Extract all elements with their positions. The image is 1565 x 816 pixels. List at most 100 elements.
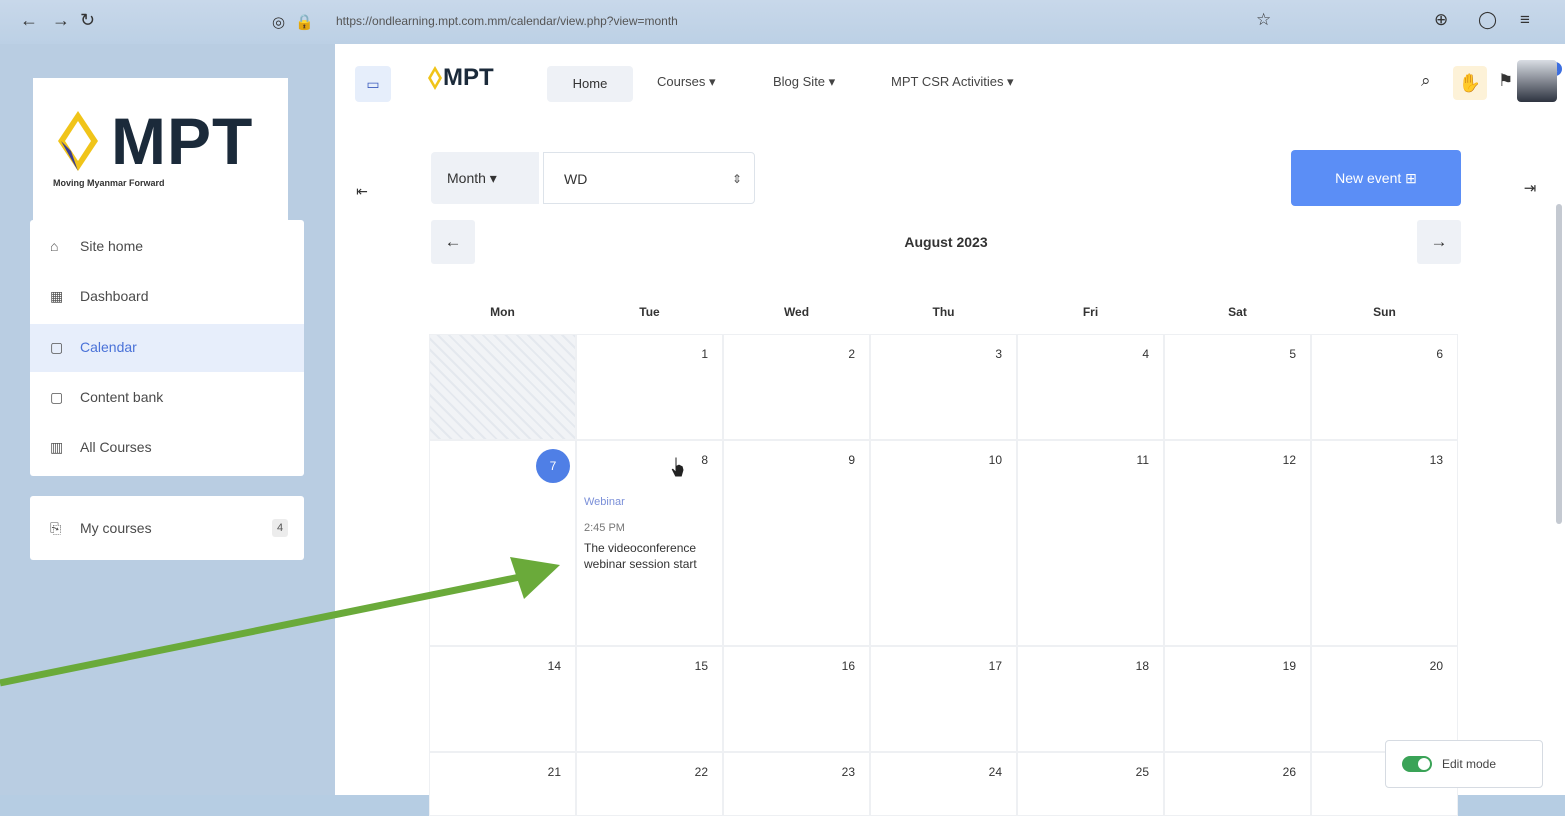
nav-courses-menu[interactable]: Courses ▾ (657, 74, 716, 90)
sidebar-item-label: Site home (80, 238, 144, 254)
logo-mark-icon (58, 111, 98, 171)
top-navbar: ▭ MPT Home Courses ▾ Blog Site ▾ MPT CSR… (335, 44, 1565, 114)
bookmark-icon[interactable]: ⚑ (1498, 71, 1513, 91)
prev-month-button[interactable]: ← (431, 220, 475, 264)
sidebar-item-dashboard[interactable]: ▦ Dashboard (30, 273, 304, 319)
forward-icon[interactable]: → (52, 10, 70, 31)
day-number[interactable]: 18 (1136, 659, 1149, 673)
day-cell[interactable]: 6 (1311, 334, 1458, 440)
scrollbar[interactable] (1556, 204, 1562, 524)
day-header: Mon (490, 305, 515, 319)
day-number[interactable]: 20 (1430, 659, 1443, 673)
site-logo[interactable]: MPT Moving Myanmar Forward (33, 78, 288, 230)
theme-toggle-button[interactable]: ✋ (1453, 66, 1487, 100)
event-title[interactable]: The videoconference webinar session star… (584, 540, 714, 572)
collapse-left-icon[interactable]: ⇤ (349, 178, 375, 204)
home-icon: ⌂ (50, 238, 59, 254)
sidebar-item-site-home[interactable]: ⌂ Site home (30, 223, 304, 269)
day-cell[interactable]: 2 (723, 334, 870, 440)
new-event-button[interactable]: New event ⊞ (1291, 150, 1461, 206)
day-number[interactable]: 13 (1430, 453, 1443, 467)
day-cell[interactable]: 13 (1311, 440, 1458, 646)
day-number[interactable]: 25 (1136, 765, 1149, 779)
day-cell[interactable]: 25 (1017, 752, 1164, 816)
day-number[interactable]: 4 (1142, 347, 1149, 361)
menu-icon[interactable]: ≡ (1520, 10, 1530, 30)
sidebar-item-content-bank[interactable]: ▢ Content bank (30, 374, 304, 420)
view-select[interactable]: Month ▾ (431, 152, 539, 204)
event-course-link[interactable]: Webinar (584, 494, 714, 510)
avatar[interactable] (1517, 60, 1557, 102)
day-cell[interactable]: 16 (723, 646, 870, 752)
nav-csr-menu[interactable]: MPT CSR Activities ▾ (891, 74, 1014, 90)
day-cell[interactable]: 20 (1311, 646, 1458, 752)
day-cell[interactable]: 21 (429, 752, 576, 816)
day-cell[interactable]: 5 (1164, 334, 1311, 440)
day-cell[interactable]: 10 (870, 440, 1017, 646)
day-cell[interactable]: 1 (576, 334, 723, 440)
extensions-icon[interactable]: ⊕ (1434, 10, 1448, 30)
day-number[interactable]: 8 (701, 453, 708, 467)
next-month-button[interactable]: → (1417, 220, 1461, 264)
back-icon[interactable]: ← (20, 10, 38, 31)
day-cell[interactable]: 23 (723, 752, 870, 816)
course-select[interactable]: WD ⇕ (543, 152, 755, 204)
sidebar-item-my-courses[interactable]: ⎘ My courses 4 (30, 505, 304, 551)
day-number[interactable]: 16 (842, 659, 855, 673)
bookmark-icon[interactable]: ☆ (1256, 10, 1271, 30)
day-cell[interactable]: 11 (1017, 440, 1164, 646)
day-number[interactable]: 9 (848, 453, 855, 467)
day-number[interactable]: 12 (1283, 453, 1296, 467)
dashboard-icon: ▦ (50, 288, 64, 304)
sidebar-item-all-courses[interactable]: ▥ All Courses (30, 424, 304, 470)
day-cell[interactable]: 3 (870, 334, 1017, 440)
url-bar[interactable]: https://ondlearning.mpt.com.mm/calendar/… (296, 9, 1296, 33)
sidebar-item-label: Dashboard (80, 288, 149, 304)
day-cell[interactable]: 4 (1017, 334, 1164, 440)
edit-mode-toggle[interactable]: Edit mode (1385, 740, 1543, 788)
search-icon[interactable]: ⌕ (1421, 71, 1431, 91)
day-number[interactable]: 2 (848, 347, 855, 361)
day-cell[interactable]: 24 (870, 752, 1017, 816)
courses-icon: ▥ (50, 439, 64, 455)
day-number[interactable]: 17 (989, 659, 1002, 673)
day-number[interactable]: 1 (701, 347, 708, 361)
today-badge[interactable]: 7 (536, 449, 570, 483)
day-cell[interactable]: 17 (870, 646, 1017, 752)
nav-logo[interactable]: MPT (443, 64, 494, 92)
day-cell[interactable]: 15 (576, 646, 723, 752)
courses-icon: ⎘ (50, 520, 62, 536)
drawer-toggle-button[interactable]: ▭ (355, 66, 391, 102)
day-number[interactable]: 15 (695, 659, 708, 673)
toggle-switch-icon[interactable] (1402, 756, 1432, 772)
day-cell[interactable]: 19 (1164, 646, 1311, 752)
day-number[interactable]: 24 (989, 765, 1002, 779)
day-number[interactable]: 19 (1283, 659, 1296, 673)
sidebar-item-label: Content bank (80, 389, 164, 405)
day-number[interactable]: 26 (1283, 765, 1296, 779)
day-number[interactable]: 3 (995, 347, 1002, 361)
reload-icon[interactable]: ↻ (80, 10, 95, 31)
day-cell[interactable]: 22 (576, 752, 723, 816)
day-cell[interactable]: 9 (723, 440, 870, 646)
nav-home-button[interactable]: Home (547, 66, 633, 102)
nav-blog-menu[interactable]: Blog Site ▾ (773, 74, 835, 90)
day-cell[interactable]: 12 (1164, 440, 1311, 646)
day-number[interactable]: 11 (1137, 453, 1149, 467)
shield-icon: ◎ (272, 14, 286, 31)
collapse-right-icon[interactable]: ⇥ (1517, 176, 1543, 202)
account-icon[interactable]: ◯ (1478, 10, 1497, 30)
empty-day-cell (429, 334, 576, 440)
day-number[interactable]: 10 (989, 453, 1002, 467)
calendar-event[interactable]: Webinar 2:45 PM The videoconference webina… (584, 494, 714, 572)
day-number[interactable]: 5 (1289, 347, 1296, 361)
day-cell[interactable]: 26 (1164, 752, 1311, 816)
browser-toolbar: ← → ↻ ◎ 🔒 https://ondlearning.mpt.com.mm… (0, 0, 1565, 44)
day-number[interactable]: 6 (1436, 347, 1443, 361)
day-number[interactable]: 22 (695, 765, 708, 779)
day-number[interactable]: 23 (842, 765, 855, 779)
new-event-label: New event (1335, 170, 1402, 186)
day-cell[interactable]: 18 (1017, 646, 1164, 752)
day-number[interactable]: 21 (548, 765, 561, 779)
sidebar-item-calendar[interactable]: ▢ Calendar (30, 324, 304, 372)
